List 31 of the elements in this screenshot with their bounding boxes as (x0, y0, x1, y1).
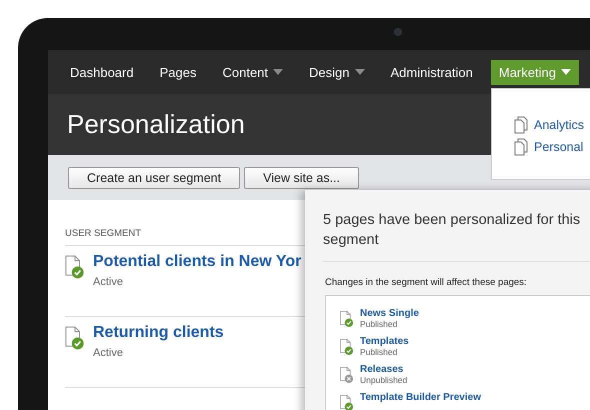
page-link[interactable]: Releases (360, 364, 408, 375)
segment-link[interactable]: Potential clients in New Yor (93, 253, 302, 271)
nav-item[interactable]: Dashboard (62, 60, 142, 84)
caret-icon (354, 69, 364, 75)
panel-note: Changes in the segment will affect these pages: (325, 277, 528, 288)
page-title: Personalization (67, 109, 245, 140)
nav-item[interactable]: Content (214, 60, 292, 84)
caret-icon (273, 69, 284, 75)
nav-item[interactable]: Design (301, 60, 372, 84)
page-status: Published (360, 319, 398, 329)
toolbar-button[interactable]: Create an user segment (68, 166, 240, 188)
menu-item[interactable]: Analytics (514, 116, 590, 134)
nav-item[interactable]: Administration (382, 60, 481, 84)
camera-dot (394, 28, 402, 36)
toolbar-button[interactable]: View site as... (244, 166, 359, 188)
panel-title: 5 pages have been personalized for this segment (323, 211, 582, 250)
segment-status: Active (93, 347, 124, 359)
column-header: USER SEGMENT (65, 228, 305, 246)
page-link[interactable]: News Single (360, 308, 419, 319)
segment-status: Active (93, 276, 124, 288)
page-link[interactable]: Template Builder Preview (360, 392, 481, 403)
page-status: Unpublished (360, 375, 408, 385)
caret-icon (560, 69, 571, 75)
menu-item[interactable]: Personal (514, 138, 590, 156)
page-link[interactable]: Templates (360, 336, 409, 347)
pages-icon (514, 116, 528, 134)
segment-link[interactable]: Returning clients (93, 324, 224, 342)
pages-icon (514, 138, 528, 156)
nav-item[interactable]: Pages (152, 60, 204, 84)
page-status: Published (360, 347, 398, 357)
nav-item[interactable]: Marketing (490, 60, 579, 84)
